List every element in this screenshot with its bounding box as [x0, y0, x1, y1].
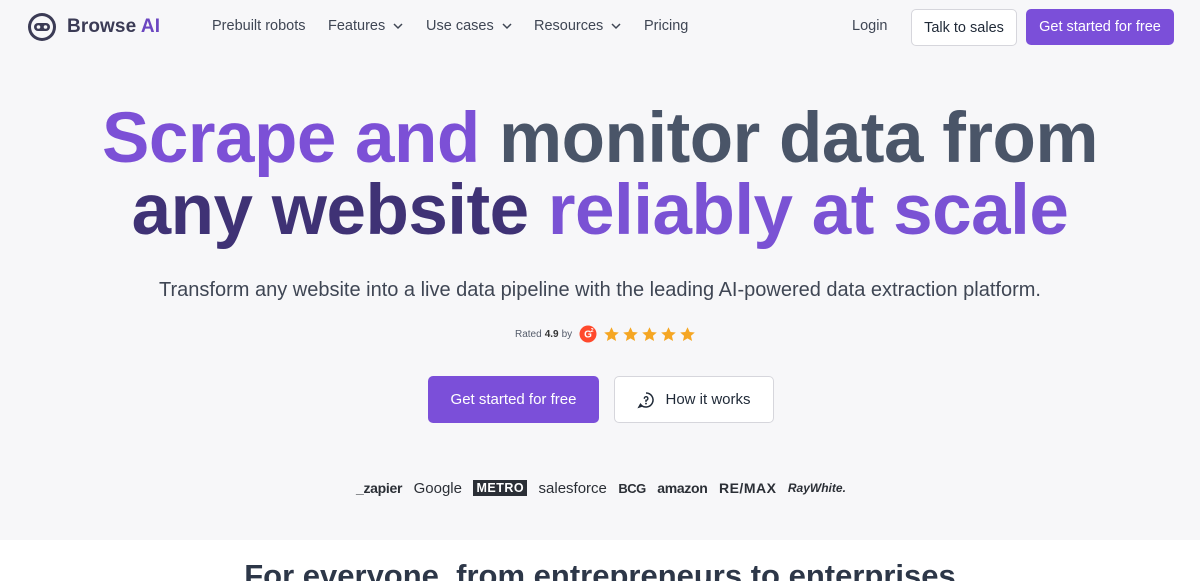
rating-badge: Rated 4.9 by G 2 [515, 325, 698, 343]
rating-suffix: by [561, 328, 573, 340]
svg-text:2: 2 [591, 328, 594, 334]
amazon-logo: amazon [657, 480, 708, 496]
audience-section: For everyone, from entrepreneurs to ente… [0, 540, 1200, 581]
raywhite-logo: RayWhite. [787, 481, 846, 495]
customer-logos: _zapier Google METRO salesforce BCG amaz… [356, 476, 846, 500]
audience-section-title: For everyone, from entrepreneurs to ente… [244, 558, 956, 581]
bcg-logo: BCG [618, 480, 646, 496]
salesforce-logo: salesforce [538, 479, 607, 497]
metro-logo: METRO [473, 480, 528, 496]
chat-bubble-icon [637, 391, 655, 408]
nav-resources[interactable]: Resources [534, 18, 622, 34]
g2-icon: G 2 [579, 325, 597, 343]
star-icon [661, 326, 676, 341]
nav-use-cases[interactable]: Use cases [426, 18, 513, 34]
brand-name: Browse AI [67, 16, 161, 37]
browse-ai-logo-icon [28, 13, 56, 41]
rating-value: 4.9 [544, 328, 559, 340]
chevron-down-icon [502, 23, 512, 30]
nav-prebuilt-robots[interactable]: Prebuilt robots [212, 18, 306, 34]
nav-features[interactable]: Features [328, 18, 404, 34]
star-icon [680, 326, 695, 341]
zapier-logo: _zapier [356, 480, 403, 496]
hero-headline-line-1: Scrape and monitor data from [102, 99, 1098, 178]
rating-stars [603, 326, 698, 343]
hero-get-started-button[interactable]: Get started for free [428, 376, 599, 423]
star-icon [623, 326, 638, 341]
login-link[interactable]: Login [852, 18, 887, 34]
how-it-works-label: How it works [665, 391, 751, 408]
star-icon [604, 326, 619, 341]
hero-headline-line-2: any website reliably at scale [131, 171, 1069, 250]
chevron-down-icon [393, 23, 403, 30]
hero-subtitle: Transform any website into a live data p… [159, 279, 1041, 301]
brand-logo[interactable]: Browse AI [27, 12, 160, 42]
talk-to-sales-button[interactable]: Talk to sales [911, 9, 1017, 46]
nav-pricing[interactable]: Pricing [644, 18, 688, 34]
header-get-started-button[interactable]: Get started for free [1026, 9, 1174, 45]
remax-logo: RE/MAX [718, 480, 777, 496]
star-icon [642, 326, 657, 341]
rating-prefix: Rated [515, 328, 542, 340]
site-header: Browse AI Prebuilt robots Features Use c… [0, 0, 1200, 54]
how-it-works-button[interactable]: How it works [614, 376, 774, 423]
google-logo: Google [413, 479, 462, 497]
chevron-down-icon [611, 23, 621, 30]
